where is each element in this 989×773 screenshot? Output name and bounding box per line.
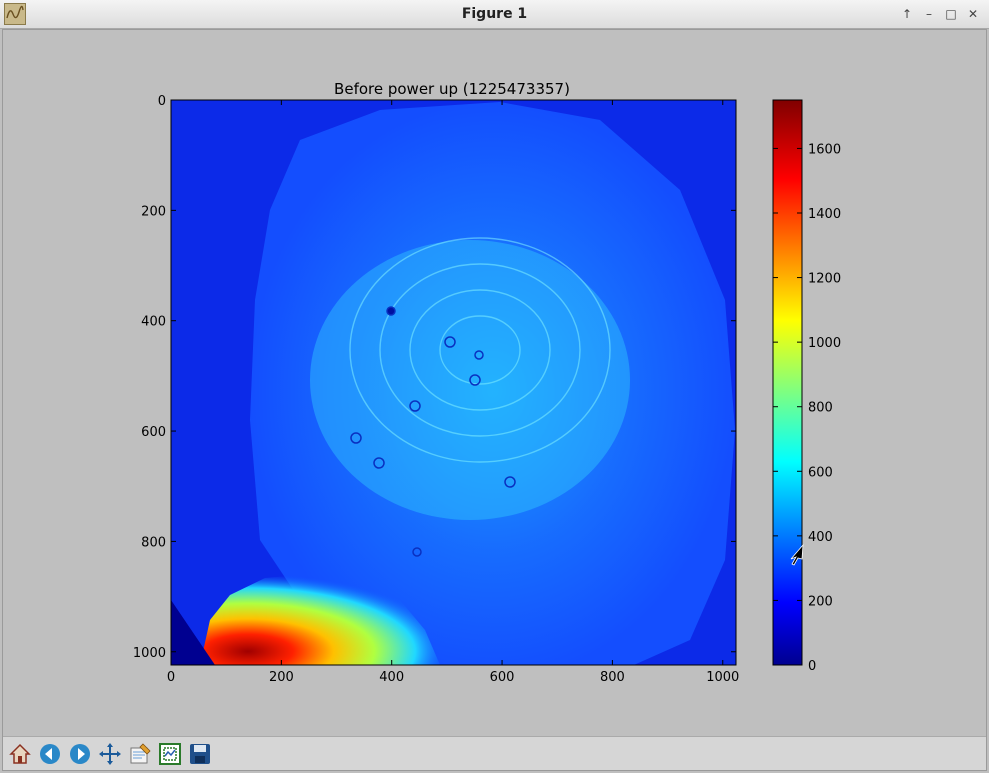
zoom-to-rect-icon <box>159 742 181 765</box>
back-button[interactable] <box>37 741 63 767</box>
x-tick-label: 800 <box>600 670 625 685</box>
colorbar-tick-label: 1400 <box>808 207 841 222</box>
colorbar-tick-label: 0 <box>808 659 816 674</box>
y-tick-label: 200 <box>141 204 166 219</box>
heatmap-image <box>171 100 736 665</box>
pan-icon <box>99 742 121 765</box>
x-tick-label: 0 <box>167 670 175 685</box>
colorbar-tick-label: 1000 <box>808 336 841 351</box>
x-tick-label: 600 <box>490 670 515 685</box>
navigation-toolbar <box>3 736 986 770</box>
colorbar <box>772 99 803 666</box>
colorbar-tick-label: 1200 <box>808 272 841 287</box>
y-tick-label: 800 <box>141 535 166 550</box>
y-tick-label: 600 <box>141 425 166 440</box>
configure-subplots-button[interactable] <box>127 741 153 767</box>
zoom-to-rect-button[interactable] <box>157 741 183 767</box>
forward-button[interactable] <box>67 741 93 767</box>
save-button[interactable] <box>187 741 213 767</box>
x-tick-label: 1000 <box>706 670 739 685</box>
figure-canvas[interactable]: Before power up (1225473357) 0 200 400 600 8… <box>0 0 989 735</box>
y-tick-label: 1000 <box>133 646 166 661</box>
pan-button[interactable] <box>97 741 123 767</box>
x-tick-label: 400 <box>379 670 404 685</box>
colorbar-tick-label: 800 <box>808 401 833 416</box>
save-icon <box>190 743 210 764</box>
x-tick-label: 200 <box>269 670 294 685</box>
back-icon <box>40 743 60 764</box>
configure-subplots-icon <box>130 742 151 763</box>
y-tick-label: 0 <box>158 94 166 109</box>
forward-icon <box>70 743 90 764</box>
colorbar-tick-label: 400 <box>808 530 833 545</box>
y-tick-label: 400 <box>141 315 166 330</box>
home-button[interactable] <box>7 741 33 767</box>
colorbar-tick-label: 200 <box>808 594 833 609</box>
chart-title: Before power up (1225473357) <box>334 80 570 98</box>
colorbar-tick-label: 1600 <box>808 142 841 157</box>
home-icon <box>9 743 31 764</box>
colorbar-tick-label: 600 <box>808 465 833 480</box>
